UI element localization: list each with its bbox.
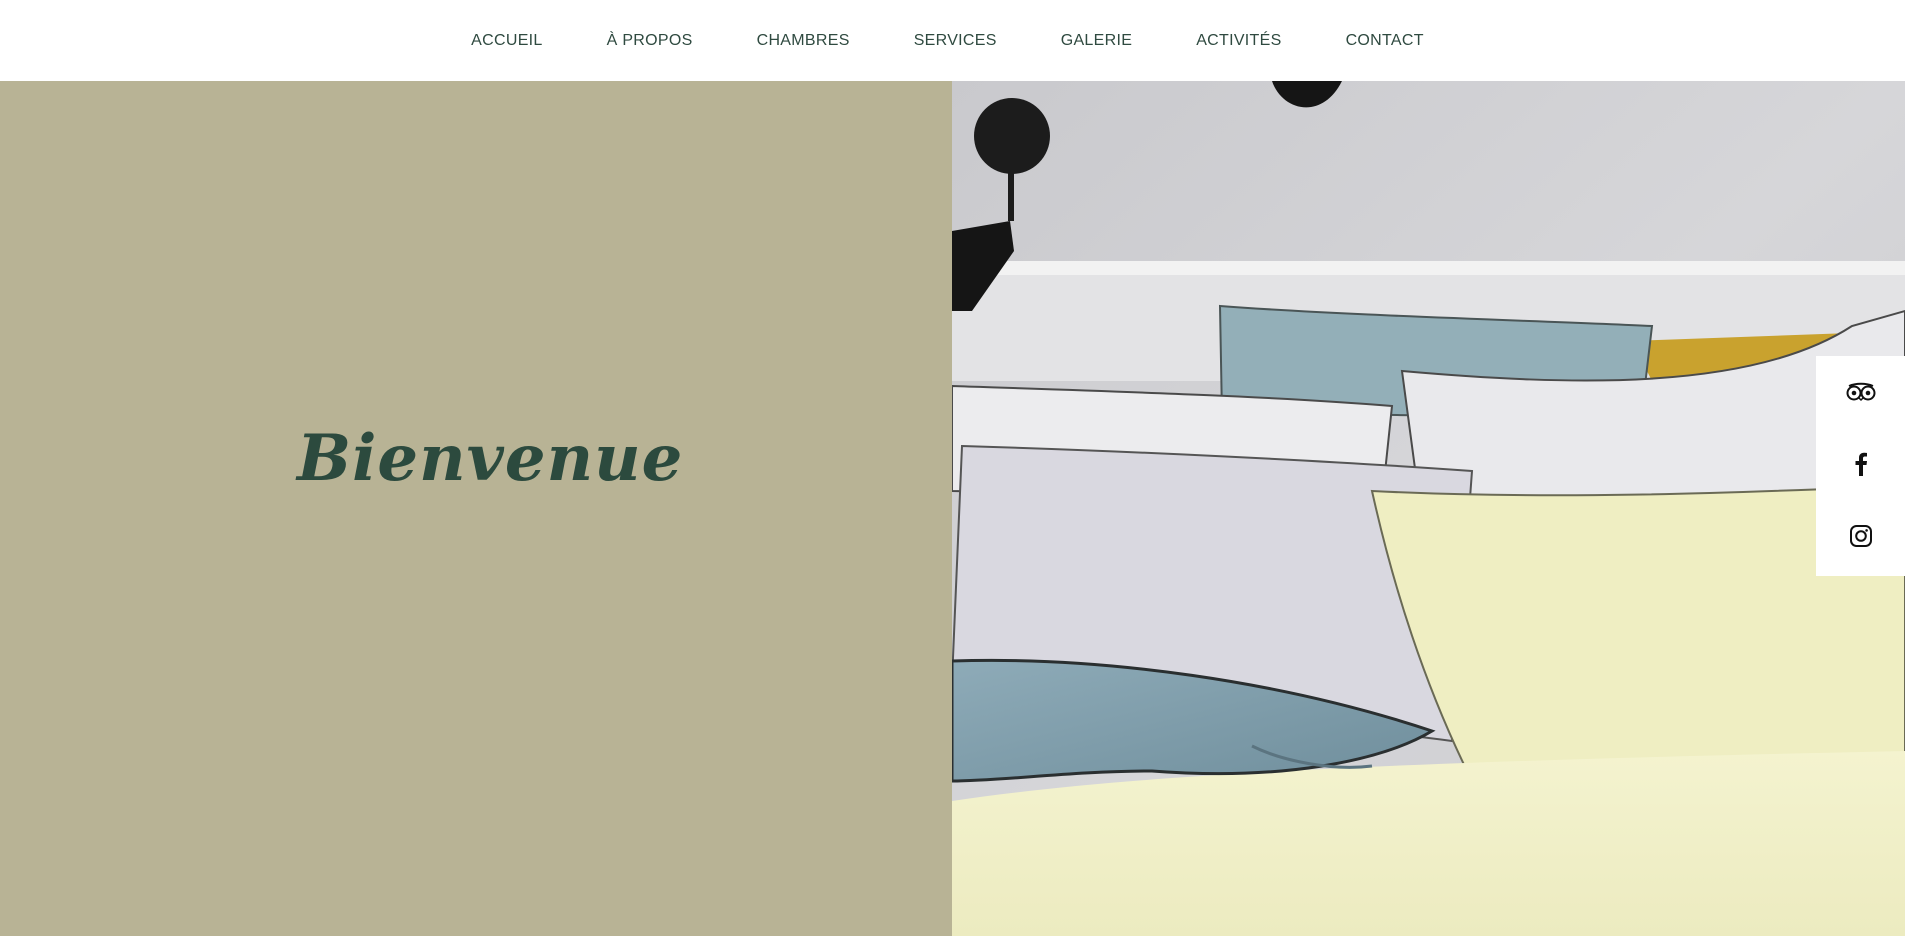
nav-item-accueil[interactable]: ACCUEIL: [471, 31, 542, 51]
facebook-link[interactable]: [1816, 430, 1905, 502]
main-navigation: ACCUEIL À PROPOS CHAMBRES SERVICES GALER…: [0, 0, 1905, 81]
tripadvisor-icon: [1846, 382, 1876, 407]
social-links-panel: [1816, 356, 1905, 576]
hero-section: Bienvenue: [0, 81, 1905, 936]
nav-item-contact[interactable]: CONTACT: [1346, 31, 1424, 51]
nav-item-a-propos[interactable]: À PROPOS: [607, 31, 693, 51]
bedroom-illustration: [952, 81, 1905, 936]
nav-item-activites[interactable]: ACTIVITÉS: [1196, 31, 1281, 51]
instagram-link[interactable]: [1816, 502, 1905, 574]
welcome-heading: Bienvenue: [297, 421, 684, 496]
instagram-icon: [1849, 524, 1873, 553]
nav-menu: ACCUEIL À PROPOS CHAMBRES SERVICES GALER…: [439, 31, 1456, 51]
tripadvisor-link[interactable]: [1816, 358, 1905, 430]
nav-item-services[interactable]: SERVICES: [914, 31, 997, 51]
facebook-icon: [1854, 452, 1868, 481]
hero-welcome-panel: Bienvenue: [0, 81, 952, 936]
nav-item-chambres[interactable]: CHAMBRES: [757, 31, 850, 51]
hero-bedroom-image: [952, 81, 1905, 936]
nav-item-galerie[interactable]: GALERIE: [1061, 31, 1132, 51]
